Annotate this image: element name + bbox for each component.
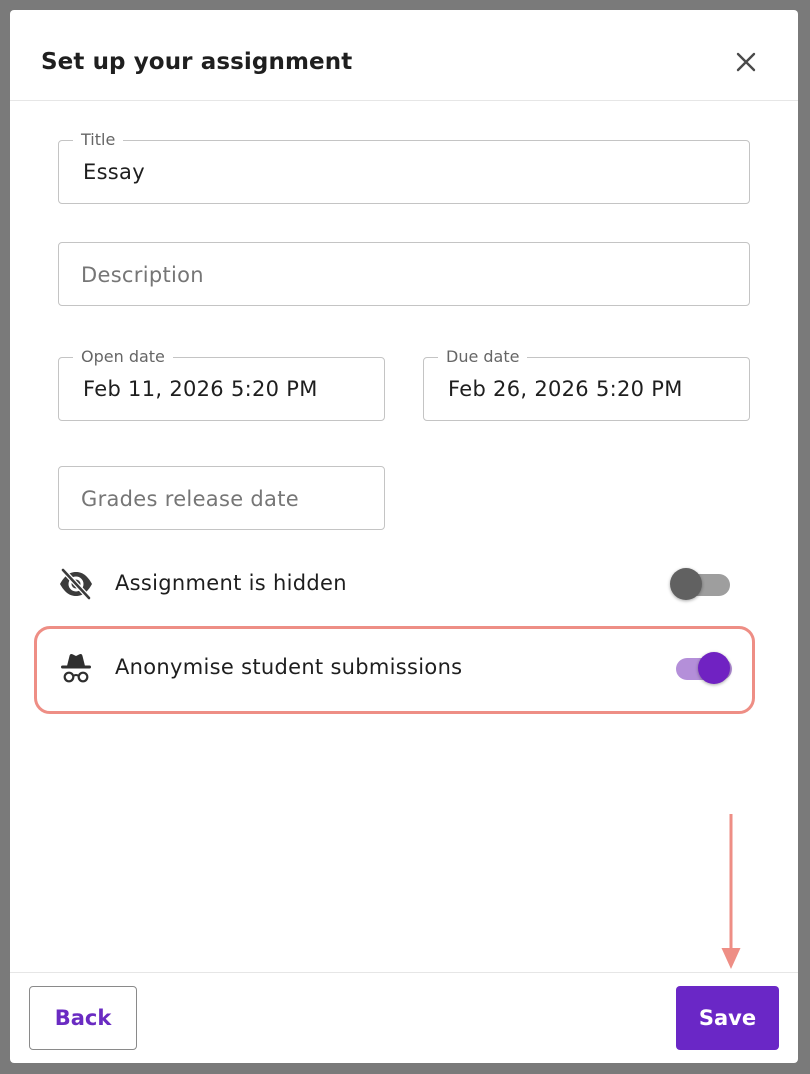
title-field[interactable]: Title Essay [58,131,750,204]
open-date-label: Open date [73,348,173,366]
anonymise-toggle-thumb [698,652,730,684]
description-input[interactable]: Description [81,263,204,287]
close-icon [736,52,756,72]
title-field-label: Title [73,131,124,149]
save-button[interactable]: Save [676,986,779,1050]
description-field[interactable]: Description [58,242,750,306]
grades-release-date-input[interactable]: Grades release date [81,487,299,511]
back-button[interactable]: Back [29,986,137,1050]
hidden-setting-row: Assignment is hidden [58,554,758,614]
title-input[interactable]: Essay [83,160,145,184]
close-button[interactable] [732,48,760,76]
dialog-footer: Back Save [10,972,798,1063]
incognito-icon [61,654,91,683]
anonymise-toggle[interactable] [672,651,732,685]
down-arrow-icon [721,814,741,969]
assignment-dialog: Set up your assignment Title Essay Descr… [10,10,798,1063]
hidden-toggle[interactable] [670,567,730,601]
anonymise-setting-row: Anonymise student submissions [58,638,758,698]
dialog-header: Set up your assignment [10,10,798,101]
hidden-toggle-thumb [670,568,702,600]
due-date-label: Due date [438,348,528,366]
open-date-field[interactable]: Open date Feb 11, 2026 5:20 PM [58,348,385,421]
eye-off-icon [60,567,92,601]
open-date-input[interactable]: Feb 11, 2026 5:20 PM [83,377,318,401]
due-date-field[interactable]: Due date Feb 26, 2026 5:20 PM [423,348,750,421]
grades-release-date-field[interactable]: Grades release date [58,466,385,530]
dialog-title: Set up your assignment [41,49,353,75]
anonymise-setting-label: Anonymise student submissions [115,655,463,679]
hidden-setting-label: Assignment is hidden [115,571,347,595]
due-date-input[interactable]: Feb 26, 2026 5:20 PM [448,377,683,401]
